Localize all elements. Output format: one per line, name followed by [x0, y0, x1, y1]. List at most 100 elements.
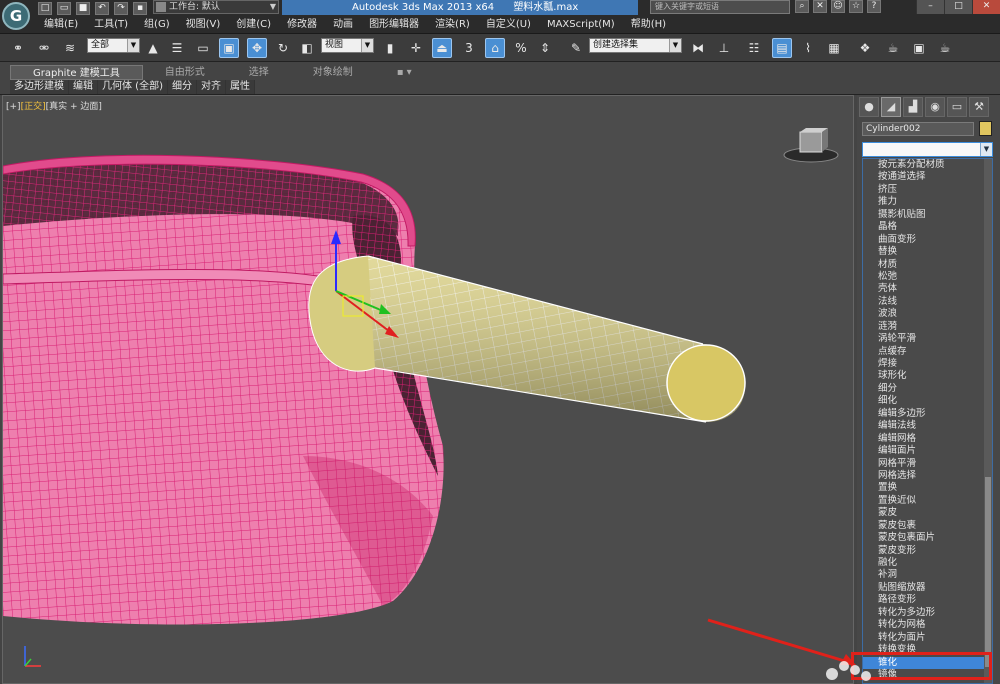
select-rotate-icon[interactable]: ↻ [273, 38, 293, 58]
menu-item[interactable]: 动画 [325, 17, 361, 33]
object-color-swatch[interactable] [979, 121, 992, 136]
menu-item[interactable]: 图形编辑器 [361, 17, 427, 33]
perspective-viewport[interactable]: [+][正交][真实 + 边面] [2, 95, 854, 684]
modifier-list-scrollbar[interactable] [984, 159, 992, 683]
selection-filter-dropdown[interactable]: 全部 ▼ [87, 38, 140, 53]
menu-item[interactable]: 帮助(H) [623, 17, 674, 33]
material-editor-icon[interactable]: ❖ [855, 38, 875, 58]
ribbon-tab[interactable]: Graphite 建模工具 [10, 65, 143, 80]
open-file-icon[interactable]: ▭ [57, 1, 71, 15]
hierarchy-tab-icon[interactable]: ▟ [903, 97, 923, 117]
unlink-icon[interactable]: ⚮ [34, 38, 54, 58]
mirror-icon[interactable]: ⧓ [688, 38, 708, 58]
modifier-list-item[interactable]: 点缓存 [863, 346, 992, 358]
modifier-list-item[interactable]: 按元素分配材质 [863, 159, 992, 171]
modifier-list-item[interactable]: 网格平滑 [863, 458, 992, 470]
modifier-list-item[interactable]: 波浪 [863, 308, 992, 320]
modifier-list-item[interactable]: 细分 [863, 383, 992, 395]
user-icon[interactable]: ☺ [831, 0, 845, 13]
modifier-list-item[interactable]: 补洞 [863, 569, 992, 581]
save-file-icon[interactable]: ■ [76, 1, 90, 15]
modifier-list-item[interactable]: 转化为面片 [863, 632, 992, 644]
modifier-list-item[interactable]: 编辑网格 [863, 433, 992, 445]
undo-icon[interactable]: ↶ [95, 1, 109, 15]
edit-named-selection-icon[interactable]: ✎ [566, 38, 586, 58]
pivot-center-icon[interactable]: ▮ [380, 38, 400, 58]
modifier-list-item[interactable]: 摄影机贴图 [863, 209, 992, 221]
modifier-list-item[interactable]: 镜像 [863, 669, 992, 681]
modifier-list-item[interactable]: 蒙皮变形 [863, 545, 992, 557]
curve-editor-icon[interactable]: ⌇ [798, 38, 818, 58]
window-crossing-icon[interactable]: ▣ [219, 38, 239, 58]
modifier-list-item[interactable]: 挤压 [863, 184, 992, 196]
modifier-list-item[interactable]: 细化 [863, 395, 992, 407]
ribbon-subtab[interactable]: 属性 [225, 80, 255, 94]
ribbon-subtab[interactable]: 编辑 [69, 80, 98, 94]
hold-icon[interactable]: ▪ [133, 1, 147, 15]
ribbon-subtab[interactable]: 细分 [167, 80, 197, 94]
rectangle-selection-icon[interactable]: ▭ [193, 38, 213, 58]
modifier-list-item[interactable]: 涡轮平滑 [863, 333, 992, 345]
select-object-icon[interactable]: ▲ [143, 38, 163, 58]
modifier-list-item[interactable]: 蒙皮包裹 [863, 520, 992, 532]
menu-item[interactable]: 组(G) [136, 17, 178, 33]
render-setup-icon[interactable]: ☕ [883, 38, 903, 58]
modifier-list-item[interactable]: 晶格 [863, 221, 992, 233]
create-tab-icon[interactable]: ● [859, 97, 879, 117]
viewcube-icon[interactable] [781, 128, 841, 164]
rendered-frame-icon[interactable]: ▣ [909, 38, 929, 58]
menu-item[interactable]: 创建(C) [228, 17, 279, 33]
modifier-list-item[interactable]: 按通道选择 [863, 171, 992, 183]
modifier-list-item[interactable]: 焊接 [863, 358, 992, 370]
menu-item[interactable]: 自定义(U) [478, 17, 539, 33]
motion-tab-icon[interactable]: ◉ [925, 97, 945, 117]
modifier-list-item[interactable]: 置换近似 [863, 495, 992, 507]
modifier-list-item[interactable]: 路径变形 [863, 594, 992, 606]
modifier-list-item[interactable]: 转换变换 [863, 644, 992, 656]
viewport-label-shading[interactable]: [真实 + 边面] [46, 102, 102, 112]
modifier-list-item[interactable]: 推力 [863, 196, 992, 208]
graphite-toggle-icon[interactable]: ▤ [772, 38, 792, 58]
ribbon-tab[interactable]: 对象绘制 [291, 65, 375, 80]
modifier-list-item[interactable]: 编辑面片 [863, 445, 992, 457]
viewport-label-plus[interactable]: [+] [6, 102, 21, 112]
binoculars-icon[interactable]: ⌕ [795, 0, 809, 13]
workspace-dropdown[interactable]: 工作台: 默认 ▼ [153, 0, 279, 14]
menu-item[interactable]: 工具(T) [86, 17, 136, 33]
ribbon-tab[interactable]: 选择 [227, 65, 291, 80]
modifier-list-item[interactable]: 转化为多边形 [863, 607, 992, 619]
help-icon[interactable]: ? [867, 0, 881, 13]
close-button[interactable]: ✕ [972, 0, 1000, 14]
modifier-list-item[interactable]: 曲面变形 [863, 234, 992, 246]
modifier-list-item[interactable]: 替换 [863, 246, 992, 258]
modifier-list-item[interactable]: 球形化 [863, 370, 992, 382]
app-logo-icon[interactable]: G [2, 2, 30, 30]
ribbon-subtab[interactable]: 对齐 [196, 80, 226, 94]
select-by-name-icon[interactable]: ☰ [167, 38, 187, 58]
ribbon-subtab[interactable]: 几何体 (全部) [98, 80, 168, 94]
align-icon[interactable]: ⊥ [714, 38, 734, 58]
select-move-icon[interactable]: ✥ [247, 38, 267, 58]
layer-manager-icon[interactable]: ☷ [744, 38, 764, 58]
render-production-icon[interactable]: ☕ [935, 38, 955, 58]
percent-snap-icon[interactable]: % [511, 38, 531, 58]
modifier-list-item[interactable]: 贴图缩放器 [863, 582, 992, 594]
new-file-icon[interactable]: □ [38, 1, 52, 15]
modifier-list-item[interactable]: 网格选择 [863, 470, 992, 482]
schematic-view-icon[interactable]: ▦ [824, 38, 844, 58]
menu-item[interactable]: 编辑(E) [36, 17, 86, 33]
ribbon-tab[interactable]: 自由形式 [143, 65, 227, 80]
menu-item[interactable]: MAXScript(M) [539, 17, 623, 33]
keyboard-shortcut-icon[interactable]: ⏏ [432, 38, 452, 58]
modifier-list-item[interactable]: 涟漪 [863, 321, 992, 333]
ribbon-subtab[interactable]: 多边形建模 [10, 80, 69, 94]
modifier-list-item[interactable]: 编辑法线 [863, 420, 992, 432]
modifier-list-item[interactable]: 融化 [863, 557, 992, 569]
viewport-label-view[interactable]: [正交] [21, 102, 46, 112]
modifier-list-item[interactable]: 壳体 [863, 283, 992, 295]
modifier-list-item[interactable]: 蒙皮 [863, 507, 992, 519]
pot-mesh[interactable] [3, 154, 444, 625]
menu-item[interactable]: 视图(V) [178, 17, 229, 33]
ribbon-more-icon[interactable]: ▪ ▾ [375, 65, 434, 80]
modifier-list-item[interactable]: 锥化 [863, 656, 992, 669]
